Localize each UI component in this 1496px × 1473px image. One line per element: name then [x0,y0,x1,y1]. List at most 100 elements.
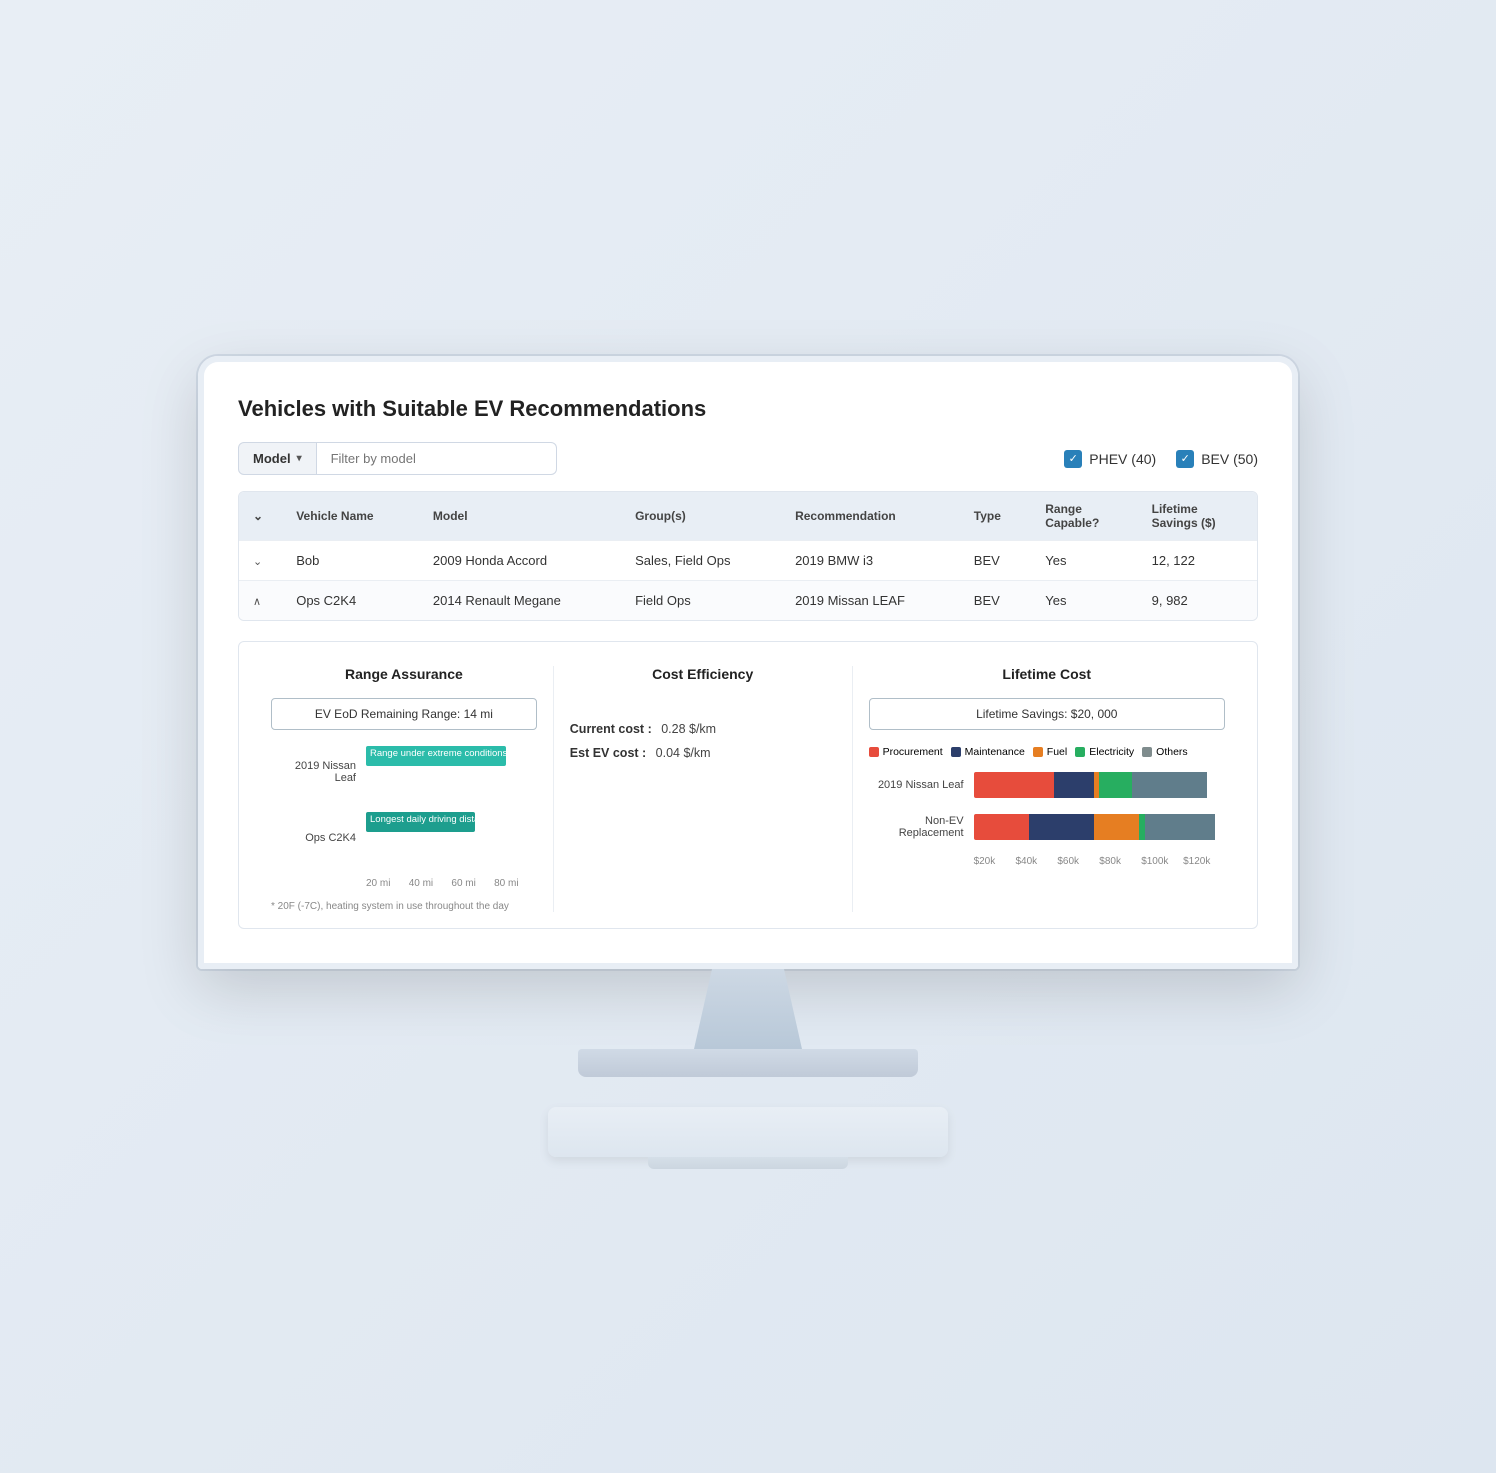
maintenance-dot [951,747,961,757]
cell-range-ops: Yes [1031,581,1137,621]
x-tick-20: 20 mi [366,878,409,889]
lifetime-stacked-chart: 2019 Nissan Leaf Non-EV Replacement [869,772,1225,867]
model-dropdown[interactable]: Model ▾ [238,442,317,475]
legend-fuel: Fuel [1033,746,1067,758]
th-vehicle-name: Vehicle Name [282,492,419,541]
stacked-row-nissan: 2019 Nissan Leaf [869,772,1225,798]
range-assurance-title: Range Assurance [271,666,537,682]
lifetime-savings-box: Lifetime Savings: $20, 000 [869,698,1225,730]
cell-rec-ops: 2019 Missan LEAF [781,581,960,621]
range-x-axis: 20 mi 40 mi 60 mi 80 mi [366,878,537,889]
others-label: Others [1156,746,1188,758]
stacked-x-20k: $20k [974,856,1016,867]
vehicles-table-container: ⌄ Vehicle Name Model Group(s) Recommenda… [238,491,1258,621]
x-tick-80: 80 mi [494,878,537,889]
bar-label-nissan: 2019 Nissan Leaf [271,760,366,784]
ev-eod-box: EV EoD Remaining Range: 14 mi [271,698,537,730]
table-row: ∧ Ops C2K4 2014 Renault Megane Field Ops… [239,581,1257,621]
range-footnote: * 20F (-7C), heating system in use throu… [271,901,537,912]
cell-type-bob: BEV [960,541,1031,581]
th-groups: Group(s) [621,492,781,541]
cell-rec-bob: 2019 BMW i3 [781,541,960,581]
seg-others-nissan [1132,772,1207,798]
phev-checkbox[interactable]: ✓ [1064,450,1082,468]
bev-label: BEV (50) [1201,451,1258,467]
expand-all-icon[interactable]: ⌄ [253,509,263,523]
monitor-stand-base [578,1049,918,1077]
cell-range-bob: Yes [1031,541,1137,581]
cell-type-ops: BEV [960,581,1031,621]
dropdown-label: Model [253,451,291,466]
monitor-wrapper: Vehicles with Suitable EV Recommendation… [198,356,1298,1157]
current-cost-value: 0.28 $/km [658,722,716,736]
x-tick-40: 40 mi [409,878,452,889]
procurement-label: Procurement [883,746,943,758]
row-expand-ops[interactable]: ∧ [239,581,282,621]
cell-savings-bob: 12, 122 [1138,541,1257,581]
fuel-dot [1033,747,1043,757]
est-ev-cost-row: Est EV cost : 0.04 $/km [570,746,836,760]
cell-model-bob: 2009 Honda Accord [419,541,621,581]
phev-checkbox-label[interactable]: ✓ PHEV (40) [1064,450,1156,468]
th-model: Model [419,492,621,541]
electricity-label: Electricity [1089,746,1134,758]
bar-area-nissan: Range under extreme conditions * [366,746,537,798]
filter-row: Model ▾ ✓ PHEV (40) ✓ BEV (50) [238,442,1258,475]
current-cost-row: Current cost : 0.28 $/km [570,722,836,736]
fuel-label: Fuel [1047,746,1067,758]
bev-checkbox[interactable]: ✓ [1176,450,1194,468]
vehicles-table: ⌄ Vehicle Name Model Group(s) Recommenda… [239,492,1257,620]
cell-groups-ops: Field Ops [621,581,781,621]
legend-electricity: Electricity [1075,746,1134,758]
stacked-label-nonev: Non-EV Replacement [869,815,974,839]
seg-electricity-nissan [1099,772,1132,798]
stacked-x-120k: $120k [1183,856,1225,867]
lifetime-cost-section: Lifetime Cost Lifetime Savings: $20, 000… [853,666,1241,912]
range-assurance-section: Range Assurance EV EoD Remaining Range: … [255,666,554,912]
est-ev-cost-value: 0.04 $/km [652,746,710,760]
keyboard [548,1107,948,1157]
bev-checkbox-label[interactable]: ✓ BEV (50) [1176,450,1258,468]
lifetime-x-axis: $20k $40k $60k $80k $100k $120k [974,856,1225,867]
table-row: ⌄ Bob 2009 Honda Accord Sales, Field Ops… [239,541,1257,581]
stacked-x-100k: $100k [1141,856,1183,867]
legend-others: Others [1142,746,1188,758]
stacked-row-nonev: Non-EV Replacement [869,814,1225,840]
seg-maintenance-nissan [1054,772,1094,798]
cell-name-ops: Ops C2K4 [282,581,419,621]
cell-name-bob: Bob [282,541,419,581]
monitor-screen: Vehicles with Suitable EV Recommendation… [198,356,1298,969]
charts-container: Range Assurance EV EoD Remaining Range: … [238,641,1258,929]
daily-label: Longest daily driving distance [370,814,495,825]
th-recommendation: Recommendation [781,492,960,541]
collapse-icon[interactable]: ⌄ [253,556,262,568]
bar-row-ops: Ops C2K4 Longest daily driving distance [271,812,537,864]
row-expand-bob[interactable]: ⌄ [239,541,282,581]
cell-groups-bob: Sales, Field Ops [621,541,781,581]
range-bar-chart: 2019 Nissan Leaf Range under extreme con… [271,746,537,889]
cell-savings-ops: 9, 982 [1138,581,1257,621]
electricity-dot [1075,747,1085,757]
stacked-bars-nonev [974,814,1225,840]
bar-area-ops: Longest daily driving distance [366,812,537,864]
filter-right: ✓ PHEV (40) ✓ BEV (50) [1064,450,1258,468]
lifetime-savings-label: Lifetime Savings: $20, 000 [976,707,1117,721]
seg-maintenance-nonev [1029,814,1094,840]
chevron-down-icon: ▾ [297,453,302,464]
stacked-bars-nissan [974,772,1225,798]
legend-maintenance: Maintenance [951,746,1025,758]
extreme-label: Range under extreme conditions * [370,748,514,759]
est-ev-cost-label: Est EV cost : [570,746,646,760]
collapse-icon[interactable]: ∧ [253,596,261,608]
stacked-x-40k: $40k [1015,856,1057,867]
stacked-x-80k: $80k [1099,856,1141,867]
th-range-capable: RangeCapable? [1031,492,1137,541]
th-type: Type [960,492,1031,541]
table-header-row: ⌄ Vehicle Name Model Group(s) Recommenda… [239,492,1257,541]
filter-left: Model ▾ [238,442,557,475]
filter-input[interactable] [317,442,557,475]
seg-procurement-nonev [974,814,1029,840]
ev-eod-label: EV EoD Remaining Range: 14 mi [315,707,493,721]
maintenance-label: Maintenance [965,746,1025,758]
bar-label-ops: Ops C2K4 [271,832,366,844]
